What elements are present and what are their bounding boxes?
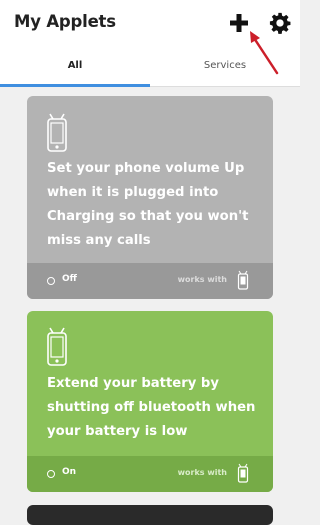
active-tab-indicator — [0, 84, 150, 87]
applet-card[interactable]: Extend your battery by shutting off blue… — [27, 311, 273, 492]
status-on-icon — [47, 470, 55, 478]
applet-status: Off — [62, 274, 77, 284]
app-header: My Applets All Services — [0, 0, 300, 87]
applet-card[interactable] — [27, 505, 273, 525]
tab-all[interactable]: All — [0, 52, 150, 86]
status-off-icon — [47, 277, 55, 285]
works-with-label: works with — [177, 275, 227, 284]
applet-description: Set your phone volume Up when it is plug… — [47, 161, 249, 248]
applet-footer: Off works with — [27, 263, 273, 299]
tab-services[interactable]: Services — [150, 52, 300, 86]
applet-status: On — [62, 467, 77, 477]
page-title: My Applets — [14, 12, 116, 31]
applet-footer: On works with — [27, 456, 273, 492]
android-phone-icon — [47, 113, 67, 152]
android-phone-icon — [47, 327, 67, 366]
applet-description: Extend your battery by shutting off blue… — [47, 376, 256, 439]
android-phone-icon — [237, 463, 249, 483]
applet-card[interactable]: Set your phone volume Up when it is plug… — [27, 96, 273, 299]
works-with-label: works with — [177, 468, 227, 477]
android-phone-icon — [237, 270, 249, 290]
